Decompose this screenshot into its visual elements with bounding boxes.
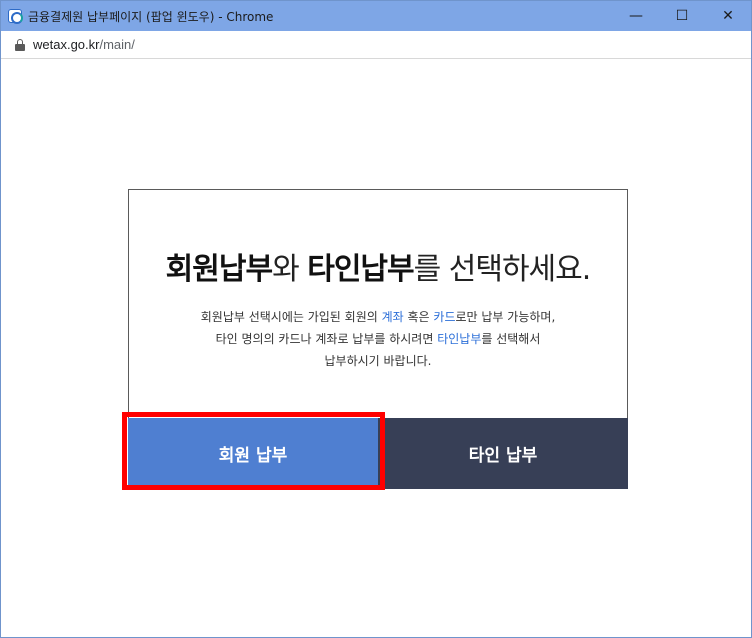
desc-account-link: 계좌 [381,310,404,324]
desc-text: 를 선택해서 [481,332,541,346]
desc-text: 회원납부 선택시에는 가입된 회원의 [200,310,382,324]
payment-choice-dialog: 회원납부와 타인납부를 선택하세요. 회원납부 선택시에는 가입된 회원의 계좌… [128,189,628,489]
url-text[interactable]: wetax.go.kr/main/ [33,37,135,52]
window-title: 금융결제원 납부페이지 (팝업 윈도우) - Chrome [28,9,274,24]
headline-select: 를 선택하세요. [413,252,592,287]
desc-text: 타인 명의의 카드나 계좌로 납부를 하시려면 [215,332,438,346]
headline-other: 타인납부 [307,252,414,287]
browser-window: 금융결제원 납부페이지 (팝업 윈도우) - Chrome — ☐ ✕ weta… [0,0,752,638]
desc-text: 혹은 [403,310,434,324]
window-controls: — ☐ ✕ [613,1,751,31]
close-button[interactable]: ✕ [705,1,751,31]
url-path: /main/ [99,37,135,52]
other-pay-button[interactable]: 타인 납부 [378,418,628,489]
app-icon [8,9,23,24]
button-row: 회원 납부 타인 납부 [128,418,628,489]
lock-icon[interactable] [15,38,25,51]
desc-line-3: 납부하시기 바랍니다. [324,354,432,368]
dialog-headline: 회원납부와 타인납부를 선택하세요. [129,244,627,288]
address-bar[interactable]: wetax.go.kr/main/ [1,31,751,59]
title-bar[interactable]: 금융결제원 납부페이지 (팝업 윈도우) - Chrome — ☐ ✕ [1,1,751,31]
dialog-description: 회원납부 선택시에는 가입된 회원의 계좌 혹은 카드로만 납부 가능하며, 타… [129,306,627,372]
headline-and: 와 [272,252,308,287]
url-host: wetax.go.kr [33,37,100,52]
minimize-button[interactable]: — [613,1,659,31]
desc-text: 로만 납부 가능하며, [455,310,556,324]
desc-line-2: 타인 명의의 카드나 계좌로 납부를 하시려면 타인납부를 선택해서 [129,328,627,350]
maximize-button[interactable]: ☐ [659,1,705,31]
desc-other-pay-link: 타인납부 [437,332,482,346]
desc-line-1: 회원납부 선택시에는 가입된 회원의 계좌 혹은 카드로만 납부 가능하며, [129,306,627,328]
member-pay-button[interactable]: 회원 납부 [128,418,378,489]
page-content: 회원납부와 타인납부를 선택하세요. 회원납부 선택시에는 가입된 회원의 계좌… [1,59,751,637]
desc-card-link: 카드 [433,310,456,324]
headline-member: 회원납부 [165,252,273,287]
